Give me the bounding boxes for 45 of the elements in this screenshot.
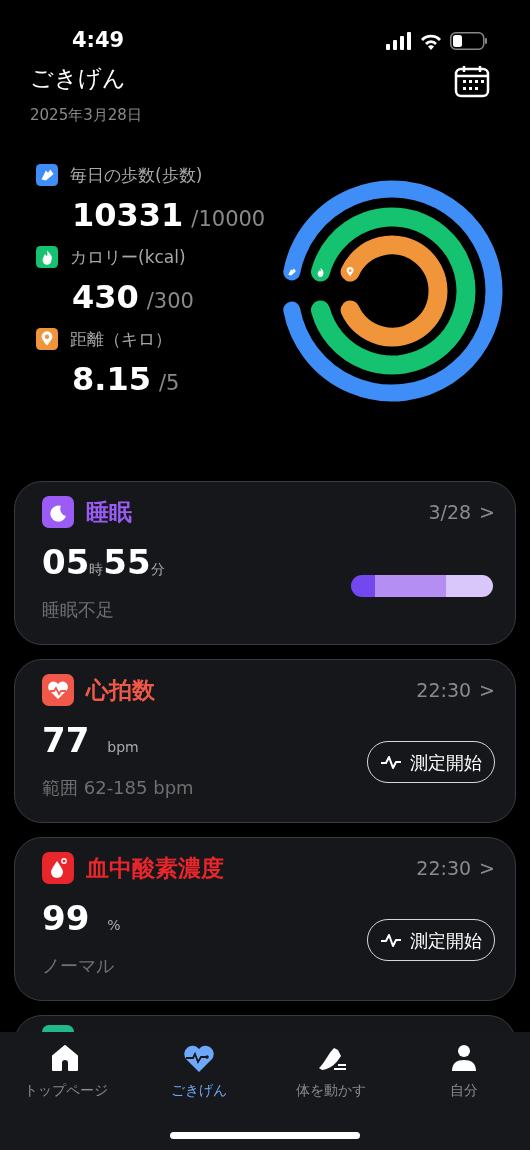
location-pin-icon xyxy=(346,266,354,276)
card-title: 心拍数 xyxy=(86,675,155,705)
flame-icon xyxy=(317,267,324,277)
tab-item[interactable]: トップページ xyxy=(0,1042,133,1101)
signal-icon xyxy=(386,32,412,50)
date-text: 2025年3月28日 xyxy=(30,105,142,126)
card-title: 睡眠 xyxy=(86,497,132,527)
page-title: ごきげん xyxy=(30,64,127,93)
metric-value: 430 xyxy=(72,276,139,318)
calendar-icon[interactable] xyxy=(454,64,490,98)
reading-value: 99 xyxy=(42,897,90,940)
sleep-value: 55 xyxy=(103,541,151,584)
metric-label: 距離（キロ） xyxy=(70,327,172,351)
reading-value: 77 xyxy=(42,719,90,762)
sleep-value: 05 xyxy=(42,541,90,584)
metric-value: 10331 xyxy=(72,194,184,236)
battery-icon xyxy=(450,32,488,50)
pulse-icon xyxy=(380,932,402,948)
wifi-icon xyxy=(420,32,442,50)
tab-item[interactable]: 自分 xyxy=(397,1042,530,1101)
metric-goal: /10000 xyxy=(191,205,266,233)
tab-item[interactable]: 体を動かす xyxy=(265,1042,398,1101)
tab-item[interactable]: ごきげん xyxy=(132,1042,265,1101)
card-time[interactable]: 22:30 xyxy=(416,675,472,704)
metric-goal: /5 xyxy=(158,369,180,397)
metric-value: 8.15 xyxy=(72,358,151,400)
card-note: ノーマル xyxy=(42,954,115,978)
chevron-text[interactable]: > xyxy=(479,497,495,526)
unit-label: % xyxy=(107,916,121,935)
card-time[interactable]: 22:30 xyxy=(416,853,472,882)
unit-label: 時 xyxy=(89,561,104,579)
card-note: 範囲 62-185 bpm xyxy=(42,776,194,800)
card-time[interactable]: 3/28 xyxy=(428,497,472,526)
chevron-text[interactable]: > xyxy=(479,853,495,882)
card-title: 血中酸素濃度 xyxy=(86,853,224,883)
status-time: 4:49 xyxy=(72,27,125,55)
pulse-icon xyxy=(380,754,402,770)
metric-label: 毎日の歩数(歩数) xyxy=(70,163,203,187)
card-note: 睡眠不足 xyxy=(42,598,115,622)
sneaker-icon xyxy=(288,268,296,275)
unit-label: 分 xyxy=(150,561,165,579)
metric-label: カロリー(kcal) xyxy=(70,245,186,269)
chevron-text[interactable]: > xyxy=(479,675,495,704)
metric-goal: /300 xyxy=(146,287,194,315)
unit-label: bpm xyxy=(107,738,139,757)
